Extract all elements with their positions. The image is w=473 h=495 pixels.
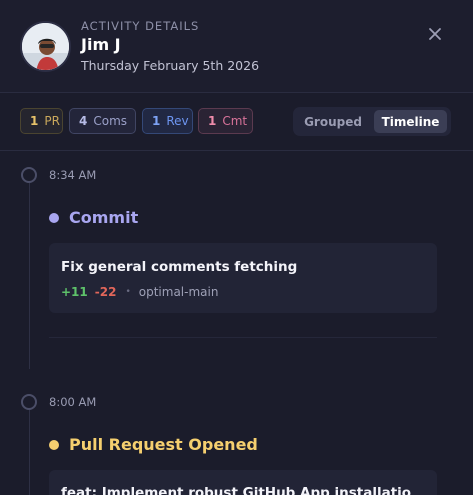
user-name: Jim J — [81, 35, 121, 54]
view-toggle: Grouped Timeline — [293, 107, 451, 136]
activity-header: ACTIVITY DETAILS Jim J Thursday February… — [0, 0, 473, 92]
branch-name: optimal-main — [138, 285, 219, 299]
event-type: Commit — [69, 208, 139, 227]
avatar-image — [22, 23, 69, 70]
event-type: Pull Request Opened — [69, 435, 258, 454]
event-time: 8:00 AM — [49, 395, 97, 409]
close-button[interactable] — [424, 23, 446, 45]
additions: +11 — [61, 285, 88, 299]
timeline-line — [29, 183, 30, 369]
timeline-node — [21, 394, 37, 410]
filter-rev-count: 1 — [152, 114, 161, 128]
timeline-node — [21, 167, 37, 183]
event-divider — [49, 337, 437, 338]
activity-date: Thursday February 5th 2026 — [81, 58, 260, 73]
commit-meta: +11 -22 • optimal-main — [61, 285, 218, 299]
toggle-timeline[interactable]: Timeline — [374, 110, 447, 133]
event-card[interactable]: Fix general comments fetching +11 -22 • … — [49, 243, 437, 313]
pull-request-title: feat: Implement robust GitHub App instal… — [61, 485, 412, 495]
filters-divider — [0, 150, 473, 151]
avatar — [20, 21, 71, 72]
filter-rev-label: Rev — [166, 114, 189, 128]
deletions: -22 — [94, 285, 117, 299]
filter-cmt-count: 1 — [208, 114, 217, 128]
event-time: 8:34 AM — [49, 168, 97, 182]
close-icon — [429, 28, 441, 40]
filter-pr-count: 1 — [30, 114, 39, 128]
filter-pill-pr[interactable]: 1 PR — [20, 108, 63, 134]
filter-coms-count: 4 — [79, 114, 88, 128]
commit-dot — [49, 213, 59, 223]
filter-pill-cmt[interactable]: 1 Cmt — [198, 108, 253, 134]
timeline-line — [29, 410, 30, 495]
filter-coms-label: Coms — [93, 114, 128, 128]
filter-cmt-label: Cmt — [222, 114, 248, 128]
filter-pill-rev[interactable]: 1 Rev — [142, 108, 193, 134]
header-eyebrow: ACTIVITY DETAILS — [81, 19, 200, 33]
commit-title: Fix general comments fetching — [61, 259, 298, 275]
pull-request-dot — [49, 440, 59, 450]
meta-separator: • — [125, 287, 131, 297]
event-card[interactable]: feat: Implement robust GitHub App instal… — [49, 470, 437, 495]
header-divider — [0, 92, 473, 93]
toggle-grouped[interactable]: Grouped — [297, 110, 369, 133]
filter-pr-label: PR — [44, 114, 60, 128]
filter-pill-coms[interactable]: 4 Coms — [69, 108, 136, 134]
